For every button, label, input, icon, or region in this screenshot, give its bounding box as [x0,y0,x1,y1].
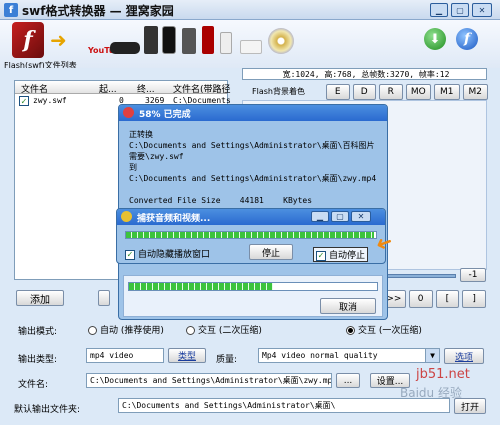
progress-dialog-titlebar: 58% 已完成 [119,105,387,121]
quality-label: 质量: [216,355,238,365]
bg-button-m1[interactable]: M1 [434,84,460,100]
mode-two-pass-label: 交互 (二次压缩) [198,326,262,336]
auto-hide-option[interactable]: ✓ 自动隐藏播放窗口 [125,247,210,260]
filename-field[interactable]: C:\Documents and Settings\Administrator\… [86,373,332,388]
mode-auto-radio[interactable] [88,326,97,335]
mode-one-pass[interactable]: 交互 (一次压缩) [346,323,422,336]
capture-close-icon[interactable]: ✕ [351,211,371,222]
auto-stop-option[interactable]: ✓ 自动停止 [313,247,369,262]
capture-dialog-title: 捕获音频和视频... [137,214,211,224]
close-icon[interactable]: ✕ [472,3,492,17]
progress-dialog-panel: 取消 [123,275,383,317]
progress-dialog-title: 58% 已完成 [139,110,191,120]
bg-button-e[interactable]: E [326,84,350,100]
bg-buttons: E D R MO M1 M2 [326,84,488,100]
capture-dialog: 捕获音频和视频... ▁ ▢ ✕ ✓ 自动隐藏播放窗口 停止 ✓ 自动停止 [116,208,386,264]
player-device-icon [182,28,196,54]
capture-maximize-icon[interactable]: ▢ [331,211,349,222]
iphone-device-icon [162,26,176,54]
mode-two-pass-radio[interactable] [186,326,195,335]
progress-bar-fill [129,283,273,290]
file-list-header: 文件名 起... 终... 文件名(带路径 [15,81,231,95]
bg-button-mo[interactable]: MO [405,84,432,100]
seek-slider[interactable] [384,274,456,278]
psp-device-icon [110,42,140,54]
cancel-button[interactable]: 取消 [320,298,376,314]
watermark-jb51: jb51.net [416,367,470,382]
mode-auto[interactable]: 自动 (推荐使用) [88,323,164,336]
output-type-label: 输出类型: [18,355,58,365]
bg-button-m2[interactable]: M2 [462,84,488,100]
output-type-field[interactable]: mp4 video [86,348,164,363]
play-controls: >> 0 [ ] [382,290,486,308]
minus-one-button[interactable]: -1 [460,268,486,282]
bg-button-r[interactable]: R [379,84,403,100]
mode-one-pass-radio[interactable] [346,326,355,335]
quality-select[interactable]: Mp4 video normal quality ▼ [258,348,440,363]
walkman-device-icon [202,26,214,54]
mode-one-pass-label: 交互 (一次压缩) [358,326,422,336]
add-button[interactable]: 添加 [16,290,64,306]
arrow-icon: ➜ [50,28,67,52]
bg-color-label: Flash背景着色 [252,87,305,96]
minimize-icon[interactable]: ▁ [430,3,448,17]
col-path[interactable]: 文件名(带路径 [173,82,231,95]
auto-stop-checkbox[interactable]: ✓ [316,250,326,261]
browse-button[interactable]: ... [336,373,360,388]
download-icon[interactable]: ⬇ [424,28,446,50]
auto-stop-label: 自动停止 [329,251,366,261]
mode-two-pass[interactable]: 交互 (二次压缩) [186,323,262,336]
capture-progress-fill [126,232,374,238]
capture-dialog-titlebar: 捕获音频和视频... ▁ ▢ ✕ [117,209,385,225]
zero-button[interactable]: 0 [408,290,433,308]
ipod-device-icon [220,32,232,54]
mark-out-button[interactable]: ] [462,290,486,308]
flash-help-icon[interactable]: f [456,28,478,50]
auto-hide-checkbox[interactable]: ✓ [125,249,135,260]
flash-logo-icon: f [12,22,44,58]
bg-button-d[interactable]: D [352,84,377,100]
phone-device-icon [144,26,158,54]
col-end[interactable]: 终... [137,82,155,95]
console-device-icon [240,40,262,54]
app-icon: f [4,3,18,17]
banner: f ➜ YouTube Flash(swf)文件列表 ⬇ f [0,20,500,70]
info-bar: 宽:1024, 高:768, 总帧数:3270, 帧率:12 [242,68,487,80]
row-checkbox[interactable]: ✓ [19,96,29,106]
quality-value: Mp4 video normal quality [262,351,378,360]
mode-auto-label: 自动 (推荐使用) [100,326,164,336]
options-button[interactable]: 选项 [444,348,484,364]
row-name: zwy.swf [33,96,67,105]
col-filename[interactable]: 文件名 [21,82,48,95]
capture-minimize-icon[interactable]: ▁ [311,211,329,222]
maximize-icon[interactable]: ▢ [451,3,469,17]
watermark-baidu: Baidu 经验 [400,386,462,400]
main-titlebar: f swf格式转换器 — 狸窝家园 ▁ ▢ ✕ [0,0,500,20]
progress-bar [128,282,378,291]
window-title: swf格式转换器 — 狸窝家园 [22,4,174,18]
progress-log: 正转换 C:\Documents and Settings\Administra… [129,130,377,205]
type-button[interactable]: 类型 [168,348,206,363]
col-start[interactable]: 起... [99,82,117,95]
dvd-disc-icon [268,28,294,54]
progress-dialog-icon [123,107,134,118]
output-mode-label: 输出模式: [18,327,58,337]
list-secondary-button[interactable] [98,290,110,306]
capture-progress-bar [125,231,377,239]
auto-hide-label: 自动隐藏播放窗口 [138,250,211,260]
chevron-down-icon[interactable]: ▼ [425,349,439,362]
default-folder-label: 默认输出文件夹: [14,405,81,415]
stop-button[interactable]: 停止 [249,244,293,260]
mark-in-button[interactable]: [ [435,290,460,308]
capture-dialog-icon [121,211,132,222]
filename-label: 文件名: [18,380,49,390]
